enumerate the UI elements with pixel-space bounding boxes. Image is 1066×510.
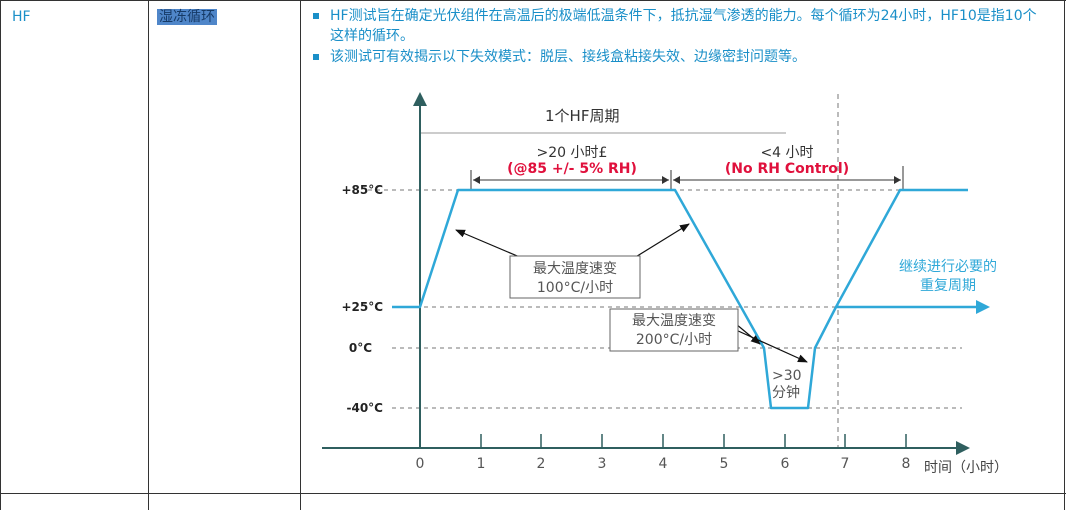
continue-label-line1: 继续进行必要的 xyxy=(899,258,997,275)
dimension-arrow-icon xyxy=(673,176,680,184)
dimension-arrow-icon xyxy=(473,176,480,184)
x-tick-label: 0 xyxy=(416,456,425,472)
x-tick-label: 1 xyxy=(477,456,486,472)
temperature-profile-line xyxy=(392,188,968,410)
ramp2-callout-line1: 最大温度速变 xyxy=(632,313,716,329)
hf-cycle-diagram: 0 1 2 3 4 5 6 7 8 时间（小时） +85°C +25°C 0°C… xyxy=(322,92,1008,476)
ramp1-pointer-arrow xyxy=(455,229,523,259)
ramp1-pointer-arrow xyxy=(633,223,690,259)
x-axis-arrow-icon xyxy=(956,441,970,455)
temp-label-25: +25°C xyxy=(341,300,383,314)
ramp1-callout-line2: 100°C/小时 xyxy=(537,280,613,296)
ramp2-pointer-arrow xyxy=(735,329,808,363)
temp-label-85: +85°C xyxy=(341,183,383,197)
phase2-condition-label: (No RH Control) xyxy=(725,161,849,177)
temp-label-minus40: -40°C xyxy=(347,401,384,415)
phase2-time-label: <4 小时 xyxy=(760,145,813,161)
x-tick-label: 7 xyxy=(841,456,850,472)
x-tick-label: 3 xyxy=(598,456,607,472)
x-tick-label: 8 xyxy=(902,456,911,472)
ramp2-callout-line2: 200°C/小时 xyxy=(636,332,712,348)
x-axis-title: 时间（小时） xyxy=(924,460,1008,476)
dwell-label-line2: 分钟 xyxy=(772,384,800,401)
y-axis-arrow-icon xyxy=(413,92,427,106)
x-tick-label: 4 xyxy=(659,456,668,472)
temp-label-0: 0°C xyxy=(349,341,372,355)
continue-arrow-icon xyxy=(976,300,990,314)
dimension-arrow-icon xyxy=(662,176,669,184)
x-tick-label: 6 xyxy=(781,456,790,472)
dimension-arrow-icon xyxy=(894,176,901,184)
continue-label-line2: 重复周期 xyxy=(920,277,976,294)
x-tick-label: 2 xyxy=(537,456,546,472)
cycle-label: 1个HF周期 xyxy=(545,107,619,125)
phase1-time-label: >20 小时£ xyxy=(537,145,608,161)
x-tick-label: 5 xyxy=(720,456,729,472)
ramp1-callout-line1: 最大温度速变 xyxy=(533,261,617,277)
dwell-label-line1: >30 xyxy=(772,368,802,384)
phase1-condition-label: (@85 +/- 5% RH) xyxy=(507,161,637,177)
